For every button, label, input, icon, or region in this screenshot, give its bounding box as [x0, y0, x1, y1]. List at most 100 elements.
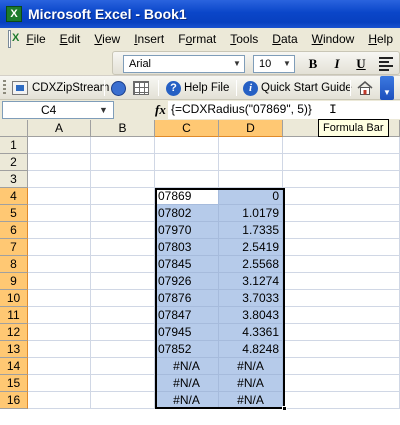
cell-c8[interactable]: 07845 — [155, 256, 219, 273]
menu-insert[interactable]: Insert — [127, 28, 171, 50]
cell-d7[interactable]: 2.5419 — [219, 239, 283, 256]
cell-d4[interactable]: 0 — [219, 188, 283, 205]
cell-c1[interactable] — [155, 137, 219, 154]
cell-a11[interactable] — [28, 307, 91, 324]
cell-b6[interactable] — [91, 222, 155, 239]
font-name-select[interactable]: Arial ▼ — [123, 55, 245, 73]
cell-e9[interactable] — [283, 273, 400, 290]
cell-c10[interactable]: 07876 — [155, 290, 219, 307]
row-header-12[interactable]: 12 — [0, 324, 28, 341]
cell-d15[interactable]: #N/A — [219, 375, 283, 392]
cell-b4[interactable] — [91, 188, 155, 205]
row-header-10[interactable]: 10 — [0, 290, 28, 307]
cell-e12[interactable] — [283, 324, 400, 341]
cell-c4[interactable]: 07869 — [155, 188, 219, 205]
cell-e5[interactable] — [283, 205, 400, 222]
cell-d1[interactable] — [219, 137, 283, 154]
cell-e13[interactable] — [283, 341, 400, 358]
cell-b16[interactable] — [91, 392, 155, 409]
cell-d8[interactable]: 2.5568 — [219, 256, 283, 273]
cell-d5[interactable]: 1.0179 — [219, 205, 283, 222]
cell-c7[interactable]: 07803 — [155, 239, 219, 256]
cell-e15[interactable] — [283, 375, 400, 392]
cell-b13[interactable] — [91, 341, 155, 358]
cell-d12[interactable]: 4.3361 — [219, 324, 283, 341]
cell-a1[interactable] — [28, 137, 91, 154]
cell-d9[interactable]: 3.1274 — [219, 273, 283, 290]
row-header-15[interactable]: 15 — [0, 375, 28, 392]
align-left-icon[interactable] — [379, 57, 393, 71]
select-all-button[interactable] — [0, 120, 28, 137]
cell-e6[interactable] — [283, 222, 400, 239]
cell-e3[interactable] — [283, 171, 400, 188]
chevron-down-icon[interactable]: ▼ — [231, 57, 243, 71]
cell-c2[interactable] — [155, 154, 219, 171]
cell-d11[interactable]: 3.8043 — [219, 307, 283, 324]
worksheet-grid[interactable]: ABCDE12340786905078021.01796079701.73357… — [0, 120, 400, 425]
row-header-9[interactable]: 9 — [0, 273, 28, 290]
cell-a15[interactable] — [28, 375, 91, 392]
cell-c14[interactable]: #N/A — [155, 358, 219, 375]
cell-b3[interactable] — [91, 171, 155, 188]
cell-d10[interactable]: 3.7033 — [219, 290, 283, 307]
cell-a4[interactable] — [28, 188, 91, 205]
cell-a6[interactable] — [28, 222, 91, 239]
cell-a3[interactable] — [28, 171, 91, 188]
cell-c15[interactable]: #N/A — [155, 375, 219, 392]
chevron-down-icon[interactable]: ▼ — [99, 105, 108, 115]
row-header-7[interactable]: 7 — [0, 239, 28, 256]
cell-a13[interactable] — [28, 341, 91, 358]
fill-handle[interactable] — [282, 406, 287, 411]
cell-e16[interactable] — [283, 392, 400, 409]
cell-d16[interactable]: #N/A — [219, 392, 283, 409]
menu-data[interactable]: Data — [265, 28, 304, 50]
cell-a8[interactable] — [28, 256, 91, 273]
cell-b12[interactable] — [91, 324, 155, 341]
cell-b5[interactable] — [91, 205, 155, 222]
cell-a16[interactable] — [28, 392, 91, 409]
cell-d2[interactable] — [219, 154, 283, 171]
row-header-1[interactable]: 1 — [0, 137, 28, 154]
cdx-zip-stream-button[interactable]: CDXZipStream — [12, 79, 109, 97]
cell-c5[interactable]: 07802 — [155, 205, 219, 222]
cell-e11[interactable] — [283, 307, 400, 324]
cell-a14[interactable] — [28, 358, 91, 375]
column-header-a[interactable]: A — [28, 120, 91, 137]
quick-start-guide-button[interactable]: i Quick Start Guide — [243, 79, 352, 97]
insert-function-icon[interactable]: fx — [155, 102, 166, 118]
cell-e14[interactable] — [283, 358, 400, 375]
grid-button[interactable] — [133, 79, 149, 97]
help-file-button[interactable]: ? Help File — [166, 79, 229, 97]
column-header-c[interactable]: C — [155, 120, 219, 137]
cell-c6[interactable]: 07970 — [155, 222, 219, 239]
cell-e7[interactable] — [283, 239, 400, 256]
cell-e8[interactable] — [283, 256, 400, 273]
cell-b9[interactable] — [91, 273, 155, 290]
cell-b11[interactable] — [91, 307, 155, 324]
row-header-8[interactable]: 8 — [0, 256, 28, 273]
refresh-button[interactable] — [111, 79, 126, 97]
row-header-6[interactable]: 6 — [0, 222, 28, 239]
menu-window[interactable]: Window — [305, 28, 362, 50]
row-header-16[interactable]: 16 — [0, 392, 28, 409]
cell-c11[interactable]: 07847 — [155, 307, 219, 324]
bold-button[interactable]: B — [303, 55, 323, 73]
menu-file[interactable]: File — [19, 28, 52, 50]
row-header-2[interactable]: 2 — [0, 154, 28, 171]
row-header-3[interactable]: 3 — [0, 171, 28, 188]
cell-d14[interactable]: #N/A — [219, 358, 283, 375]
workbook-icon[interactable] — [8, 30, 21, 48]
cell-e4[interactable] — [283, 188, 400, 205]
menu-view[interactable]: View — [87, 28, 127, 50]
row-header-4[interactable]: 4 — [0, 188, 28, 205]
row-header-11[interactable]: 11 — [0, 307, 28, 324]
cell-a2[interactable] — [28, 154, 91, 171]
home-icon[interactable] — [357, 80, 373, 96]
menu-edit[interactable]: Edit — [53, 28, 88, 50]
cell-c3[interactable] — [155, 171, 219, 188]
cell-c12[interactable]: 07945 — [155, 324, 219, 341]
row-header-13[interactable]: 13 — [0, 341, 28, 358]
row-header-5[interactable]: 5 — [0, 205, 28, 222]
cell-b1[interactable] — [91, 137, 155, 154]
font-size-select[interactable]: 10 ▼ — [253, 55, 295, 73]
